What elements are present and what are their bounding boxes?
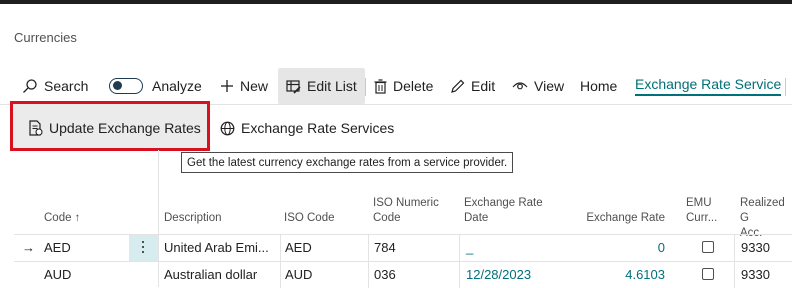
more-vertical-icon xyxy=(142,241,145,256)
column-header-exchange-rate[interactable]: Exchange Rate xyxy=(570,211,665,226)
toggle-switch[interactable] xyxy=(109,78,143,94)
table-row[interactable]: → AED United Arab Emi... AED 784 _ 0 933… xyxy=(0,235,792,261)
column-header-rate-date[interactable]: Exchange Rate Date xyxy=(464,196,543,226)
edit-list-button[interactable]: Edit List xyxy=(278,68,365,104)
cell-description[interactable]: Australian dollar xyxy=(164,267,257,282)
row-actions-button[interactable] xyxy=(129,235,158,261)
cell-iso-numeric[interactable]: 036 xyxy=(374,267,396,282)
tab-exchange-rate-service[interactable]: Exchange Rate Service xyxy=(635,68,782,104)
view-label: View xyxy=(534,78,565,94)
delete-label: Delete xyxy=(393,78,434,94)
cell-exchange-rate[interactable]: 0 xyxy=(570,240,665,255)
edit-button[interactable]: Edit xyxy=(450,68,495,104)
cell-realized-gains[interactable]: 9330 xyxy=(741,267,770,282)
new-button[interactable]: New xyxy=(220,68,268,104)
cell-iso-code[interactable]: AUD xyxy=(285,267,312,282)
exchange-rate-services-button[interactable]: Exchange Rate Services xyxy=(220,110,394,146)
search-icon xyxy=(22,78,38,94)
update-exchange-rates-button[interactable]: Update Exchange Rates xyxy=(28,110,201,146)
edit-list-icon xyxy=(286,79,301,94)
analyze-label: Analyze xyxy=(152,78,202,94)
pencil-icon xyxy=(450,79,465,94)
emu-checkbox[interactable] xyxy=(702,268,714,280)
divider xyxy=(785,78,786,96)
new-label: New xyxy=(240,78,269,94)
edit-list-label: Edit List xyxy=(307,78,357,94)
analyze-toggle[interactable]: Analyze xyxy=(109,68,202,104)
column-header-iso-numeric[interactable]: ISO Numeric Code xyxy=(373,196,439,226)
trash-icon xyxy=(374,78,387,94)
eye-icon xyxy=(512,80,528,92)
document-update-icon xyxy=(28,120,43,136)
update-exchange-rates-label: Update Exchange Rates xyxy=(49,120,201,136)
window-top-bar xyxy=(0,0,792,4)
column-header-iso-code[interactable]: ISO Code xyxy=(284,211,335,226)
tab-home[interactable]: Home xyxy=(580,68,617,104)
cell-exchange-rate[interactable]: 4.6103 xyxy=(570,267,665,282)
column-header-code[interactable]: Code ↑ xyxy=(44,211,80,226)
home-label: Home xyxy=(580,78,618,94)
tooltip: Get the latest currency exchange rates f… xyxy=(181,152,514,173)
header-line: ISO Numeric xyxy=(373,197,439,209)
edit-label: Edit xyxy=(471,78,496,94)
plus-icon xyxy=(220,79,234,93)
column-header-description[interactable]: Description xyxy=(164,211,222,226)
cell-code[interactable]: AUD xyxy=(44,267,71,282)
cell-realized-gains[interactable]: 9330 xyxy=(741,240,770,255)
column-header-emu-currency[interactable]: EMU Curr... xyxy=(686,196,717,226)
header-line: Realized G xyxy=(740,197,785,224)
page-title: Currencies xyxy=(14,30,77,45)
header-line: EMU xyxy=(686,197,712,209)
cell-iso-numeric[interactable]: 784 xyxy=(374,240,396,255)
header-line: Date xyxy=(464,212,489,224)
header-line: Code xyxy=(373,212,401,224)
exchange-rate-service-label: Exchange Rate Service xyxy=(635,76,782,96)
cell-separator xyxy=(734,235,735,261)
cell-description[interactable]: United Arab Emi... xyxy=(164,240,269,255)
cell-code[interactable]: AED xyxy=(44,240,71,255)
cell-rate-date[interactable]: _ xyxy=(466,240,473,255)
emu-checkbox[interactable] xyxy=(702,241,714,253)
cell-separator xyxy=(459,262,460,288)
cell-separator xyxy=(280,235,281,261)
search-button[interactable]: Search xyxy=(22,68,88,104)
header-line: Curr... xyxy=(686,212,718,224)
view-button[interactable]: View xyxy=(512,68,564,104)
exchange-rate-services-label: Exchange Rate Services xyxy=(241,120,395,136)
cell-separator xyxy=(368,235,369,261)
search-label: Search xyxy=(44,78,89,94)
globe-icon xyxy=(220,121,235,136)
cell-separator xyxy=(459,235,460,261)
table-row[interactable]: AUD Australian dollar AUD 036 12/28/2023… xyxy=(0,262,792,288)
cell-rate-date[interactable]: 12/28/2023 xyxy=(466,267,531,282)
cell-separator xyxy=(368,262,369,288)
header-line: Exchange Rate xyxy=(464,197,543,209)
delete-button[interactable]: Delete xyxy=(374,68,433,104)
row-selected-arrow-icon: → xyxy=(22,240,35,255)
action-bar: Search Analyze New Edit List Delete Edit… xyxy=(0,68,792,104)
divider xyxy=(365,78,366,96)
cell-iso-code[interactable]: AED xyxy=(285,240,312,255)
cell-separator xyxy=(734,262,735,288)
cell-separator xyxy=(280,262,281,288)
